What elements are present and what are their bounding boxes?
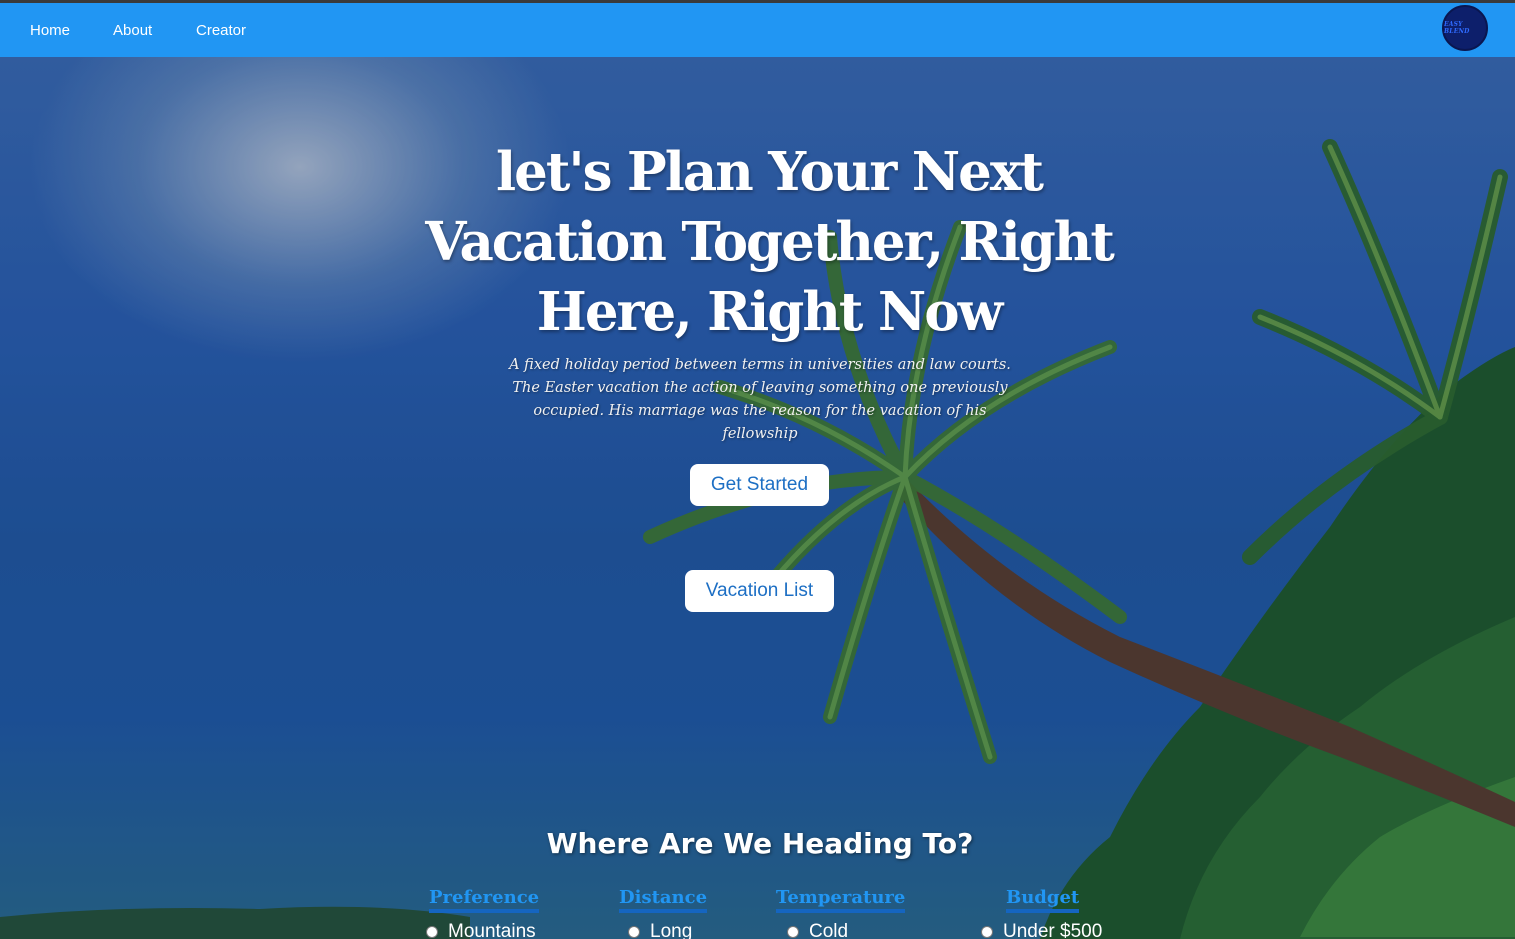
option-mountains[interactable]: Mountains bbox=[426, 921, 536, 939]
hero-subtitle: A fixed holiday period between terms in … bbox=[509, 357, 1011, 442]
cold-label: Cold bbox=[809, 921, 849, 939]
mountains-label: Mountains bbox=[448, 921, 536, 939]
distance-heading: Distance bbox=[619, 887, 708, 913]
option-cold[interactable]: Cold bbox=[787, 921, 848, 939]
temperature-heading: Temperature bbox=[776, 887, 906, 913]
long-radio[interactable] bbox=[628, 926, 640, 938]
nav-creator-link[interactable]: Creator bbox=[196, 22, 246, 39]
get-started-button[interactable]: Get Started bbox=[690, 464, 829, 506]
vacation-list-button[interactable]: Vacation List bbox=[685, 570, 834, 612]
budget-heading: Budget bbox=[1006, 887, 1080, 913]
under-500-radio[interactable] bbox=[981, 926, 993, 938]
hero-title: let's Plan Your Next Vacation Together, … bbox=[425, 141, 1115, 343]
brand-logo[interactable]: EASY BLEND bbox=[1442, 5, 1488, 51]
cold-radio[interactable] bbox=[787, 926, 799, 938]
option-long[interactable]: Long bbox=[628, 921, 692, 939]
preference-heading: Preference bbox=[429, 887, 540, 913]
option-under-500[interactable]: Under $500 bbox=[981, 921, 1102, 939]
nav-about-link[interactable]: About bbox=[113, 22, 152, 39]
navbar: Home About Creator EASY BLEND bbox=[0, 3, 1515, 57]
nav-home-link[interactable]: Home bbox=[30, 22, 70, 39]
mountains-radio[interactable] bbox=[426, 926, 438, 938]
long-label: Long bbox=[650, 921, 693, 939]
brand-logo-text: EASY BLEND bbox=[1444, 21, 1470, 35]
hero-section: let's Plan Your Next Vacation Together, … bbox=[0, 57, 1515, 939]
planner-heading: Where Are We Heading To? bbox=[546, 827, 974, 860]
under-500-label: Under $500 bbox=[1003, 921, 1103, 939]
